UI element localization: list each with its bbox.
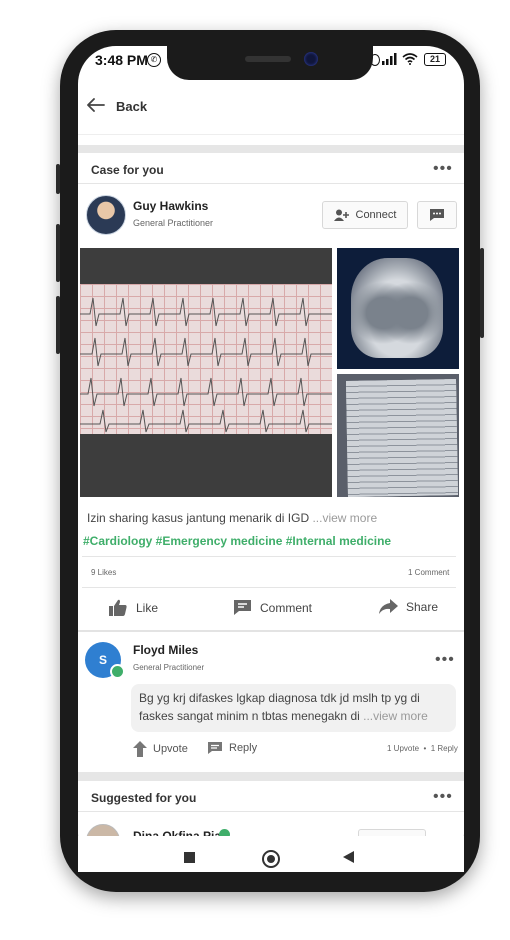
home-icon[interactable] [262, 850, 280, 868]
comment-button[interactable]: Comment [233, 599, 312, 616]
thumbs-up-icon [109, 599, 127, 616]
upvote-label: Upvote [153, 743, 188, 755]
lab-result-image[interactable] [337, 374, 459, 497]
add-user-icon [333, 209, 349, 221]
commenter-name[interactable]: Floyd Miles [133, 643, 198, 657]
case-section-title: Case for you [91, 163, 164, 177]
comment-more-icon[interactable]: ••• [435, 651, 455, 669]
comments-divider [78, 630, 464, 632]
xray-image[interactable] [337, 248, 459, 369]
comment-text: Bg yg krj difaskes lgkap diagnosa tdk jd… [139, 689, 449, 725]
connect-label: Connect [355, 209, 397, 221]
message-button[interactable] [417, 201, 457, 229]
back-arrow-icon[interactable] [87, 98, 105, 112]
reply-label: Reply [229, 742, 258, 754]
suggested-section-title: Suggested for you [91, 791, 197, 805]
likes-count[interactable]: 9 Likes [91, 568, 116, 577]
topbar-divider [78, 134, 464, 135]
suggested-header-divider [78, 811, 464, 812]
upvote-button[interactable]: Upvote [133, 741, 188, 757]
share-label: Share [406, 600, 439, 614]
like-button[interactable]: Like [108, 599, 158, 617]
case-more-icon[interactable]: ••• [433, 160, 453, 178]
case-header-divider [78, 183, 464, 184]
comments-count[interactable]: 1 Comment [408, 568, 449, 577]
author-role: General Practitioner [133, 218, 214, 228]
post-body: Izin sharing kasus jantung menarik di IG… [87, 511, 310, 525]
wifi-icon [402, 53, 418, 65]
suggested-more-icon[interactable]: ••• [433, 788, 453, 806]
connect-button[interactable]: Connect [322, 201, 408, 229]
actions-divider [82, 587, 456, 588]
ecg-image[interactable] [80, 248, 332, 497]
commenter-role: General Practitioner [133, 663, 205, 672]
share-button[interactable]: Share [378, 599, 438, 615]
verified-badge-icon [110, 664, 125, 679]
like-label: Like [136, 601, 159, 615]
upvote-arrow-icon [133, 741, 147, 757]
comment-label: Comment [260, 600, 313, 615]
recent-apps-icon[interactable] [184, 852, 195, 863]
back-button[interactable]: Back [116, 99, 147, 114]
post-hashtags[interactable]: #Cardiology #Emergency medicine #Interna… [83, 534, 391, 548]
suggested-divider-band [78, 772, 464, 781]
section-divider [78, 145, 464, 153]
nav-back-icon[interactable] [343, 851, 354, 863]
whatsapp-icon: ✆ [147, 53, 161, 67]
chat-icon [430, 209, 444, 221]
author-name[interactable]: Guy Hawkins [133, 199, 208, 213]
comment-stats: 1 Upvote • 1 Reply [387, 744, 458, 753]
share-icon [379, 599, 398, 614]
reply-icon [208, 742, 222, 754]
comment-icon [234, 600, 251, 615]
signal-icon [382, 53, 397, 65]
battery-icon: 21 [424, 53, 446, 66]
status-time: 3:48 PM [95, 52, 148, 68]
comment-view-more-link[interactable]: ...view more [363, 709, 428, 723]
post-divider [82, 556, 456, 557]
post-view-more-link[interactable]: ...view more [312, 511, 377, 525]
reply-button[interactable]: Reply [207, 741, 257, 755]
author-avatar[interactable] [86, 195, 126, 235]
notch [167, 44, 373, 80]
post-text: Izin sharing kasus jantung menarik di IG… [87, 511, 377, 525]
